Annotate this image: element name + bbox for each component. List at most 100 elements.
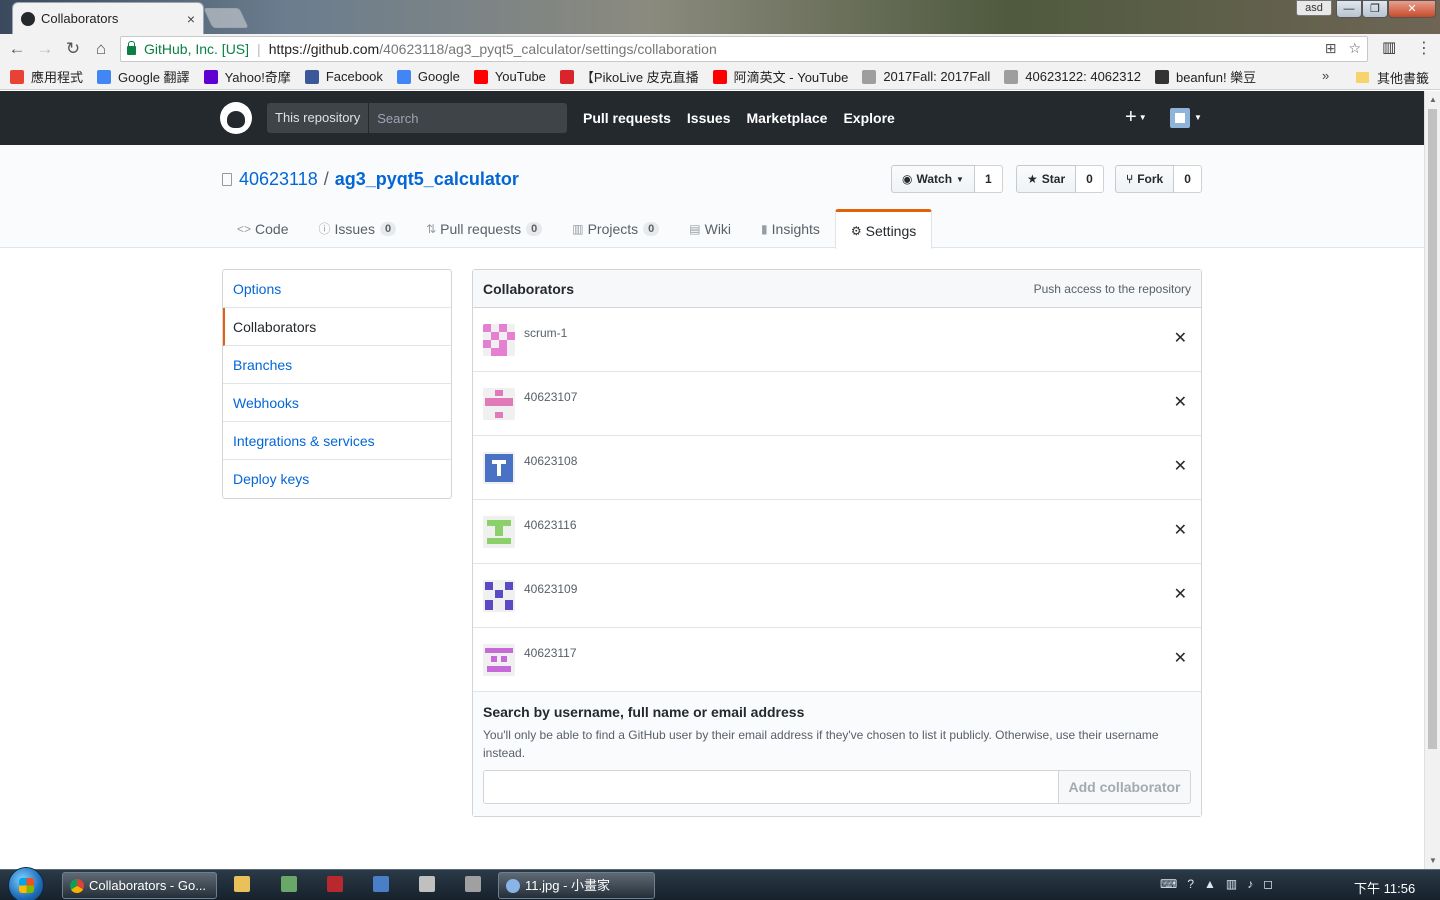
other-bookmarks[interactable]: 其他書籤 [1356,68,1429,87]
collaborator-search-input[interactable] [483,770,1059,804]
volume-icon[interactable]: ♪ [1247,877,1253,891]
reload-icon[interactable]: ↻ [62,38,84,60]
nav-explore[interactable]: Explore [843,110,894,126]
scrollbar-thumb[interactable] [1428,109,1437,749]
browser-menu-icon[interactable]: ⋮ [1416,38,1432,58]
tab-projects[interactable]: ▥ Projects 0 [557,209,674,248]
caret-down-icon[interactable]: ▼ [1194,113,1202,122]
extension-icon[interactable]: ▥ [1382,38,1396,56]
bookmarks-overflow-icon[interactable]: » [1322,68,1329,83]
bookmark-item[interactable]: 【PikoLive 皮克直播 [559,67,699,86]
keyboard-icon[interactable]: ⌨ [1160,877,1177,891]
menu-item-deploy-keys[interactable]: Deploy keys [223,460,451,498]
bookmark-item[interactable]: 應用程式 [10,67,83,86]
menu-item-options[interactable]: Options [223,270,451,308]
menu-item-webhooks[interactable]: Webhooks [223,384,451,422]
collaborator-username[interactable]: 40623107 [524,390,577,404]
user-avatar[interactable] [1170,108,1190,128]
taskbar-item-chrome[interactable]: Collaborators - Go... [62,872,217,899]
identicon-avatar[interactable] [483,644,515,676]
start-button[interactable] [8,867,44,900]
remove-collaborator-icon[interactable]: ✕ [1174,330,1187,348]
add-collaborator-button[interactable]: Add collaborator [1059,770,1191,804]
nav-issues[interactable]: Issues [687,110,731,126]
watch-count[interactable]: 1 [974,165,1003,193]
scroll-down-icon[interactable]: ▼ [1429,856,1437,865]
help-icon[interactable]: ? [1187,877,1194,891]
new-tab-button[interactable] [203,8,249,28]
tab-settings[interactable]: ⚙ Settings [834,209,933,249]
browser-toolbar: ← → ↻ ⌂ GitHub, Inc. [US] | https://gith… [0,34,1440,64]
star-button[interactable]: ★ Star [1016,165,1077,193]
fork-count[interactable]: 0 [1174,165,1202,193]
search-input[interactable] [369,103,567,133]
pinned-app-icon[interactable] [373,876,389,892]
create-new-plus-icon[interactable]: + ▼ [1125,107,1147,128]
watch-button[interactable]: ◉ Watch ▼ [891,165,975,193]
star-count[interactable]: 0 [1076,165,1104,193]
remove-collaborator-icon[interactable]: ✕ [1174,522,1187,540]
pinned-app-icon[interactable] [281,876,297,892]
profile-badge[interactable]: asd [1296,0,1332,16]
bookmark-item[interactable]: 2017Fall: 2017Fall [862,69,990,84]
collaborator-username[interactable]: 40623116 [524,518,577,532]
scroll-up-icon[interactable]: ▲ [1429,95,1437,104]
tab-insights[interactable]: ▮ Insights [746,209,835,248]
explorer-icon[interactable] [234,876,250,892]
forward-arrow-icon[interactable]: → [34,38,56,60]
menu-item-integrations-services[interactable]: Integrations & services [223,422,451,460]
bookmark-item[interactable]: Google [396,69,460,84]
translate-icon[interactable]: ⊞ [1325,40,1337,57]
nav-marketplace[interactable]: Marketplace [747,110,828,126]
repo-owner-link[interactable]: 40623118 [239,169,318,190]
collaborator-username[interactable]: 40623117 [524,646,577,660]
bookmark-item[interactable]: beanfun! 樂豆 [1154,67,1256,86]
bookmark-item[interactable]: 阿滴英文 - YouTube [712,67,848,86]
remove-collaborator-icon[interactable]: ✕ [1174,394,1187,412]
network-icon[interactable]: ▥ [1226,877,1237,891]
collaborator-username[interactable]: 40623109 [524,582,577,596]
identicon-avatar[interactable] [483,324,515,356]
bookmark-item[interactable]: Google 翻譯 [97,67,190,86]
speaker-app-icon[interactable] [465,876,481,892]
nav-pull-requests[interactable]: Pull requests [583,110,671,126]
menu-item-branches[interactable]: Branches [223,346,451,384]
tab-pull-requests[interactable]: ⇅ Pull requests 0 [411,209,557,248]
repo-name-link[interactable]: ag3_pyqt5_calculator [335,169,519,190]
bookmark-item[interactable]: YouTube [473,69,546,84]
bookmark-item[interactable]: 40623122: 4062312 [1004,69,1141,84]
collaborator-username[interactable]: scrum-1 [524,326,567,340]
tab-close-icon[interactable]: × [187,11,195,27]
back-arrow-icon[interactable]: ← [6,38,28,60]
remove-collaborator-icon[interactable]: ✕ [1174,650,1187,668]
pinned-app-icon[interactable] [327,876,343,892]
speaker-app-icon[interactable] [419,876,435,892]
tab-issues[interactable]: ⓘ Issues 0 [303,209,411,248]
remove-collaborator-icon[interactable]: ✕ [1174,586,1187,604]
fork-button[interactable]: ⑂ Fork [1115,165,1175,193]
bookmark-item[interactable]: Facebook [304,69,383,84]
maximize-button[interactable]: ❐ [1362,0,1388,18]
close-window-button[interactable]: ✕ [1388,0,1436,18]
identicon-avatar[interactable] [483,516,515,548]
tab-code[interactable]: <> Code [222,209,303,248]
bookmark-star-icon[interactable]: ☆ [1348,40,1361,57]
minimize-button[interactable]: — [1336,0,1362,18]
menu-item-collaborators[interactable]: Collaborators [223,308,451,346]
remove-collaborator-icon[interactable]: ✕ [1174,458,1187,476]
browser-tab[interactable]: Collaborators × [12,2,204,34]
identicon-avatar[interactable] [483,580,515,612]
address-bar[interactable]: GitHub, Inc. [US] | https://github.com /… [120,36,1368,62]
collaborator-username[interactable]: 40623108 [524,454,577,468]
taskbar-clock[interactable]: 下午 11:56 [1354,878,1415,897]
page-scrollbar[interactable]: ▲ ▼ [1424,91,1440,869]
tray-expand-icon[interactable]: ▲ [1204,877,1216,891]
action-center-icon[interactable]: ◻ [1263,877,1273,891]
home-icon[interactable]: ⌂ [90,38,112,60]
bookmark-item[interactable]: Yahoo!奇摩 [203,67,291,86]
identicon-avatar[interactable] [483,388,515,420]
identicon-avatar[interactable] [483,452,515,484]
tab-wiki[interactable]: ▤ Wiki [674,209,746,248]
taskbar-item-paint[interactable]: 11.jpg - 小畫家 [498,872,655,899]
github-logo-icon[interactable] [220,102,252,134]
